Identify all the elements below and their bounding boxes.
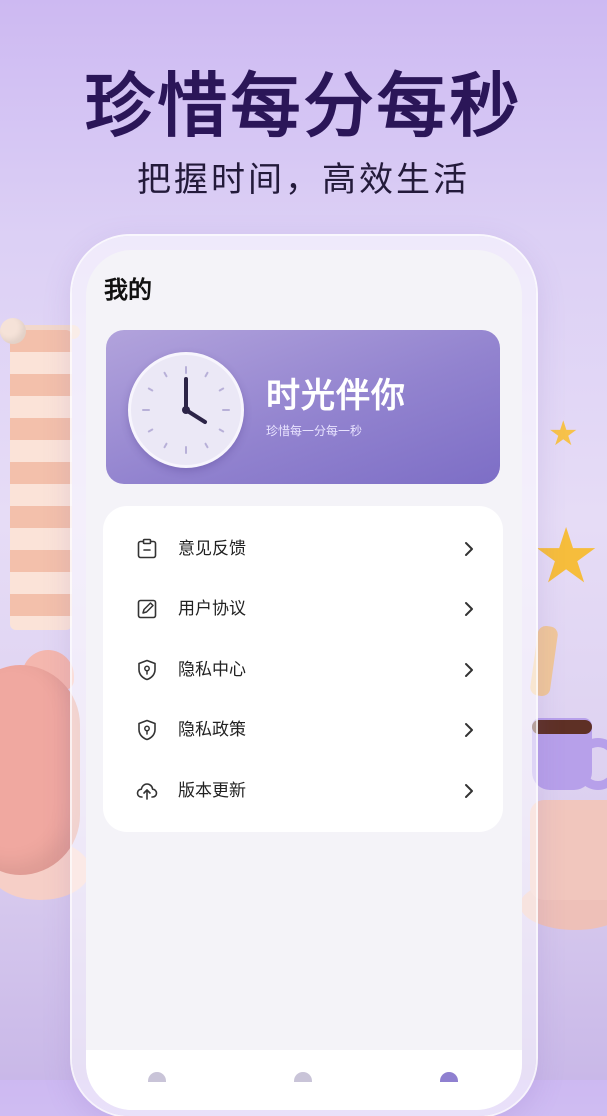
curtain-decoration	[10, 330, 72, 630]
shield-icon	[138, 719, 156, 741]
profile-banner: 时光伴你 珍惜每一分每一秒	[106, 330, 500, 484]
menu-label-user-agreement: 用户协议	[178, 599, 246, 619]
chevron-right-icon	[465, 602, 473, 616]
menu-item-privacy-center[interactable]: 隐私中心	[103, 642, 503, 698]
clock-icon	[128, 352, 244, 468]
chevron-right-icon	[465, 663, 473, 677]
coffee-decoration	[532, 720, 592, 734]
chevron-right-icon	[465, 784, 473, 798]
menu-label-privacy-center: 隐私中心	[178, 660, 246, 680]
cloud-upload-icon	[136, 783, 158, 800]
star-icon: ★	[532, 511, 601, 600]
banner-subtitle: 珍惜每一分每一秒	[266, 424, 363, 438]
settings-menu: 意见反馈 用户协议 隐私中心 隐私政策 版本更新	[103, 506, 503, 832]
feedback-icon	[137, 538, 157, 559]
edit-document-icon	[137, 599, 157, 619]
star-icon: ★	[548, 414, 579, 454]
app-screen: 我的 时光伴你 珍惜每一分每一秒 意见反馈 用户协议 隐私中心 隐私政策 版本更…	[86, 250, 522, 1110]
menu-item-privacy-policy[interactable]: 隐私政策	[103, 702, 503, 758]
menu-label-version-update: 版本更新	[178, 781, 246, 801]
menu-item-version-update[interactable]: 版本更新	[103, 763, 503, 819]
menu-item-feedback[interactable]: 意见反馈	[103, 521, 503, 577]
chevron-right-icon	[465, 542, 473, 556]
shield-icon	[138, 659, 156, 681]
page-title: 我的	[104, 276, 152, 304]
promo-subheadline: 把握时间，高效生活	[137, 160, 470, 200]
menu-item-user-agreement[interactable]: 用户协议	[103, 581, 503, 637]
menu-label-privacy-policy: 隐私政策	[178, 720, 246, 740]
book-decoration	[530, 800, 607, 900]
promo-headline: 珍惜每分每秒	[84, 65, 523, 147]
menu-label-feedback: 意见反馈	[178, 539, 246, 559]
alarm-clock-decoration	[0, 665, 80, 875]
chevron-right-icon	[465, 723, 473, 737]
banner-title: 时光伴你	[266, 376, 406, 416]
curtain-knob-decoration	[0, 318, 26, 344]
